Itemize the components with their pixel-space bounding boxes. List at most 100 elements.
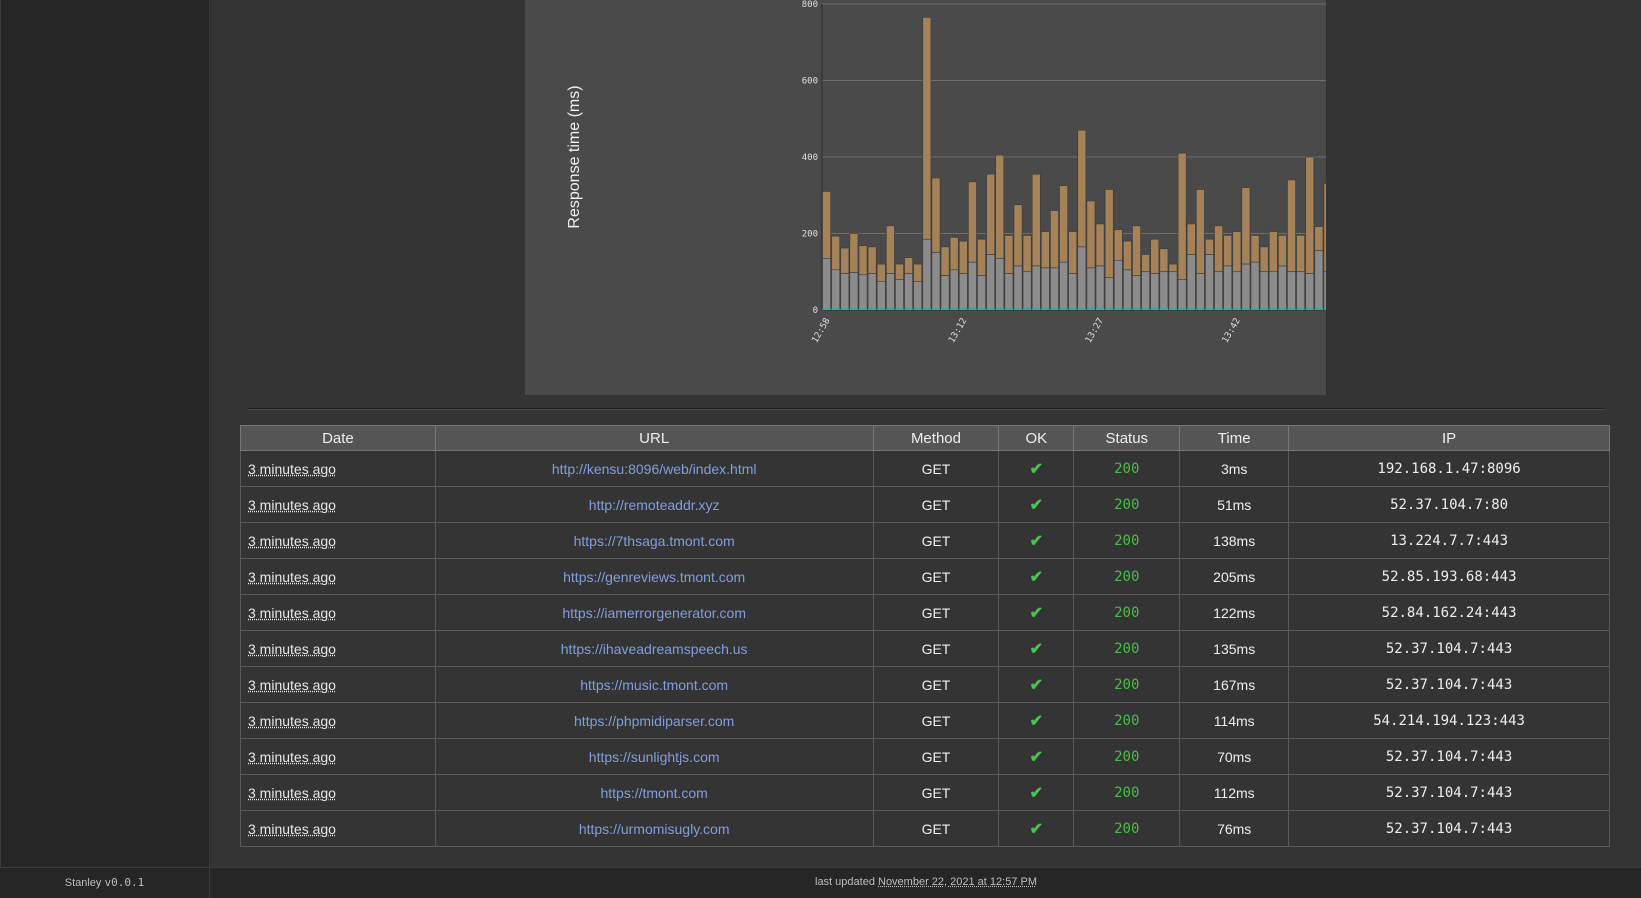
- date-cell-text[interactable]: 3 minutes ago: [248, 677, 336, 693]
- url-link-text[interactable]: https://sunlightjs.com: [589, 749, 720, 765]
- bar-segment-base: [886, 273, 895, 311]
- date-cell[interactable]: 3 minutes ago: [240, 594, 436, 631]
- date-cell[interactable]: 3 minutes ago: [240, 486, 436, 523]
- header-url[interactable]: URL: [434, 425, 874, 451]
- url-link[interactable]: https://7thsaga.tmont.com: [434, 522, 874, 559]
- date-cell[interactable]: 3 minutes ago: [240, 450, 436, 487]
- url-link[interactable]: http://kensu:8096/web/index.html: [434, 450, 874, 487]
- bar-segment-top: [958, 240, 968, 274]
- url-link[interactable]: http://remoteaddr.xyz: [434, 486, 874, 523]
- url-link-text[interactable]: https://7thsaga.tmont.com: [574, 533, 735, 549]
- ip-cell: 52.37.104.7:443: [1288, 810, 1610, 847]
- status-cell-text: 200: [1114, 784, 1140, 801]
- header-date[interactable]: Date: [240, 425, 436, 451]
- url-link[interactable]: https://genreviews.tmont.com: [434, 558, 874, 595]
- header-status[interactable]: Status: [1073, 425, 1181, 451]
- url-link-text[interactable]: https://ihaveadreamspeech.us: [561, 641, 748, 657]
- bar-segment-thin: [1232, 308, 1241, 310]
- bar-segment-thin: [868, 308, 877, 310]
- date-cell[interactable]: 3 minutes ago: [240, 702, 436, 739]
- status-cell: 200: [1073, 594, 1181, 631]
- ip-cell: 52.37.104.7:443: [1288, 666, 1610, 703]
- url-link-text[interactable]: https://iamerrorgenerator.com: [562, 605, 746, 621]
- bar-segment-base: [1040, 267, 1050, 311]
- bar-segment-base: [822, 258, 831, 311]
- table-row: 3 minutes ago https://ihaveadreamspeech.u…: [240, 630, 1610, 667]
- url-link-text[interactable]: http://kensu:8096/web/index.html: [552, 461, 757, 477]
- bar-segment-top: [1296, 235, 1305, 273]
- bar-segment-top: [1287, 179, 1296, 273]
- url-link-text[interactable]: https://urmomisugly.com: [579, 821, 730, 837]
- url-link[interactable]: https://ihaveadreamspeech.us: [434, 630, 874, 667]
- bar-segment-base: [1323, 271, 1326, 311]
- url-link[interactable]: https://tmont.com: [434, 774, 874, 811]
- bar-segment-thin: [1168, 308, 1178, 310]
- bar-segment-thin: [886, 308, 895, 310]
- bar-segment-top: [1059, 185, 1068, 263]
- check-icon: ✔: [1029, 748, 1044, 766]
- bar-segment-top: [1113, 229, 1123, 261]
- bar-segment-thin: [1241, 308, 1250, 310]
- method-cell: GET: [872, 594, 1000, 631]
- method-cell: GET: [872, 630, 1000, 667]
- header-ip[interactable]: IP: [1288, 425, 1610, 451]
- date-cell[interactable]: 3 minutes ago: [240, 666, 436, 703]
- date-cell-text[interactable]: 3 minutes ago: [248, 713, 336, 729]
- method-cell-text: GET: [921, 568, 951, 585]
- url-link-text[interactable]: http://remoteaddr.xyz: [589, 497, 720, 513]
- date-cell-text[interactable]: 3 minutes ago: [248, 497, 336, 513]
- bar-segment-thin: [950, 308, 959, 310]
- bar-segment-thin: [1214, 308, 1223, 310]
- date-cell-text[interactable]: 3 minutes ago: [248, 785, 336, 801]
- url-link[interactable]: https://iamerrorgenerator.com: [434, 594, 874, 631]
- url-link[interactable]: https://phpmidiparser.com: [434, 702, 874, 739]
- method-cell: GET: [872, 450, 1000, 487]
- date-cell[interactable]: 3 minutes ago: [240, 810, 436, 847]
- date-cell[interactable]: 3 minutes ago: [240, 522, 436, 559]
- bar-segment-thin: [995, 308, 1004, 310]
- app-brand: Stanley v0.0.1: [0, 868, 210, 898]
- time-cell: 3ms: [1179, 450, 1290, 487]
- url-link-text[interactable]: https://genreviews.tmont.com: [563, 569, 745, 585]
- bar-segment-base: [831, 269, 841, 311]
- header-time[interactable]: Time: [1179, 425, 1290, 451]
- date-cell[interactable]: 3 minutes ago: [240, 558, 436, 595]
- bar-segment-thin: [1314, 308, 1323, 310]
- date-cell-text[interactable]: 3 minutes ago: [248, 605, 336, 621]
- status-cell: 200: [1073, 774, 1181, 811]
- date-cell-text[interactable]: 3 minutes ago: [248, 569, 336, 585]
- date-cell-text[interactable]: 3 minutes ago: [248, 749, 336, 765]
- bar-segment-top: [1050, 210, 1059, 269]
- date-cell[interactable]: 3 minutes ago: [240, 630, 436, 667]
- bar-segment-top: [1278, 235, 1287, 267]
- url-link-text[interactable]: https://music.tmont.com: [580, 677, 728, 693]
- url-link[interactable]: https://sunlightjs.com: [434, 738, 874, 775]
- bar-segment-base: [1250, 261, 1260, 311]
- bar-segment-base: [940, 275, 950, 311]
- ok-cell: ✔: [998, 522, 1075, 559]
- url-link-text[interactable]: https://tmont.com: [600, 785, 707, 801]
- bar-segment-top: [904, 257, 913, 274]
- bar-segment-thin: [895, 308, 904, 310]
- header-ok[interactable]: OK: [998, 425, 1075, 451]
- bar-segment-base: [1104, 277, 1114, 311]
- time-cell-text: 3ms: [1220, 460, 1248, 477]
- bar-segment-thin: [913, 308, 922, 310]
- date-cell-text[interactable]: 3 minutes ago: [248, 533, 336, 549]
- date-cell[interactable]: 3 minutes ago: [240, 738, 436, 775]
- date-cell-text[interactable]: 3 minutes ago: [248, 641, 336, 657]
- date-cell-text[interactable]: 3 minutes ago: [248, 461, 336, 477]
- bar-segment-top: [931, 177, 941, 253]
- header-method[interactable]: Method: [872, 425, 1000, 451]
- table-row: 3 minutes ago https://7thsaga.tmont.com GE…: [240, 522, 1610, 559]
- table-row: 3 minutes ago https://urmomisugly.com GET ✔…: [240, 810, 1610, 847]
- bar-segment-base: [1177, 279, 1187, 311]
- bar-segment-thin: [1269, 308, 1278, 310]
- url-link[interactable]: https://urmomisugly.com: [434, 810, 874, 847]
- url-link-text[interactable]: https://phpmidiparser.com: [574, 713, 734, 729]
- bar-segment-base: [858, 274, 868, 311]
- url-link[interactable]: https://music.tmont.com: [434, 666, 874, 703]
- date-cell-text[interactable]: 3 minutes ago: [248, 821, 336, 837]
- bar-segment-top: [1232, 231, 1242, 273]
- date-cell[interactable]: 3 minutes ago: [240, 774, 436, 811]
